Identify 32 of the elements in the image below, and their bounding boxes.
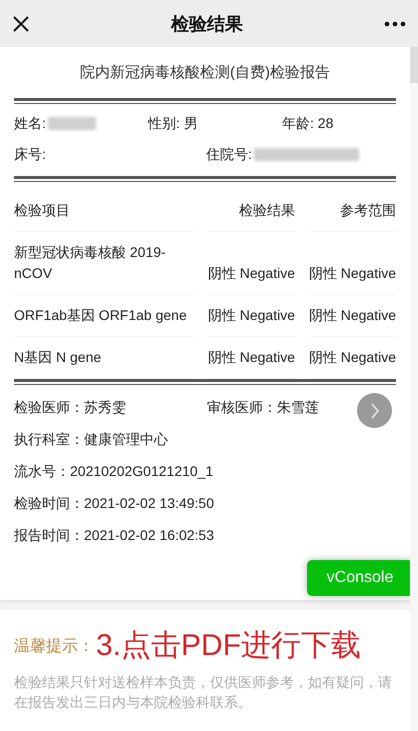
- table-cell: 阴性 Negative: [308, 232, 396, 295]
- detail-text: 流水号：20210202G0121210_1: [14, 462, 214, 481]
- page-title: 检验结果: [171, 12, 243, 36]
- table-cell: 阴性 Negative: [208, 295, 295, 337]
- chevron-right-icon: [370, 402, 380, 418]
- table-cell: ORF1ab基因 ORF1ab gene: [14, 295, 194, 337]
- table-cell: 阴性 Negative: [308, 295, 396, 337]
- column-header: 检验结果: [208, 190, 295, 232]
- patient-field: 姓名:: [14, 114, 46, 132]
- detail-text: 报告时间：2021-02-02 16:02:53: [14, 526, 214, 545]
- detail-text: 执行科室：健康管理中心: [14, 430, 168, 449]
- vconsole-button[interactable]: vConsole: [307, 560, 413, 596]
- column-header: 参考范围: [308, 190, 396, 232]
- report-title: 院内新冠病毒核酸检测(自费)检验报告: [79, 63, 331, 82]
- detail-text: 检验时间：2021-02-02 13:49:50: [14, 494, 214, 513]
- tip-note: 检验结果只针对送检样本负责，仅供医师参考，如有疑问，请在报告发出三日内与本院检验科联系。: [14, 673, 393, 712]
- table-cell: 阴性 Negative: [208, 337, 295, 379]
- table-cell: 新型冠状病毒核酸 2019-nCOV: [14, 232, 194, 295]
- table-cell: 阴性 Negative: [308, 337, 396, 379]
- annotation-text: 3.点击PDF进行下载: [96, 628, 362, 664]
- table-cell: N基因 N gene: [14, 337, 194, 379]
- column-header: 检验项目: [14, 190, 194, 232]
- table-cell: 阴性 Negative: [208, 232, 295, 295]
- tip-label: 温馨提示：: [14, 636, 94, 656]
- more-icon[interactable]: [384, 20, 406, 26]
- close-icon[interactable]: [12, 14, 30, 32]
- patient-field: 住院号:: [206, 146, 252, 164]
- patient-field: 年龄: 28: [282, 114, 334, 132]
- staff-text: 检验医师：苏秀雯: [14, 398, 126, 417]
- patient-field: 性别: 男: [148, 114, 198, 132]
- patient-field: 床号:: [14, 146, 46, 164]
- staff-text: 审核医师：朱雪莲: [207, 398, 319, 417]
